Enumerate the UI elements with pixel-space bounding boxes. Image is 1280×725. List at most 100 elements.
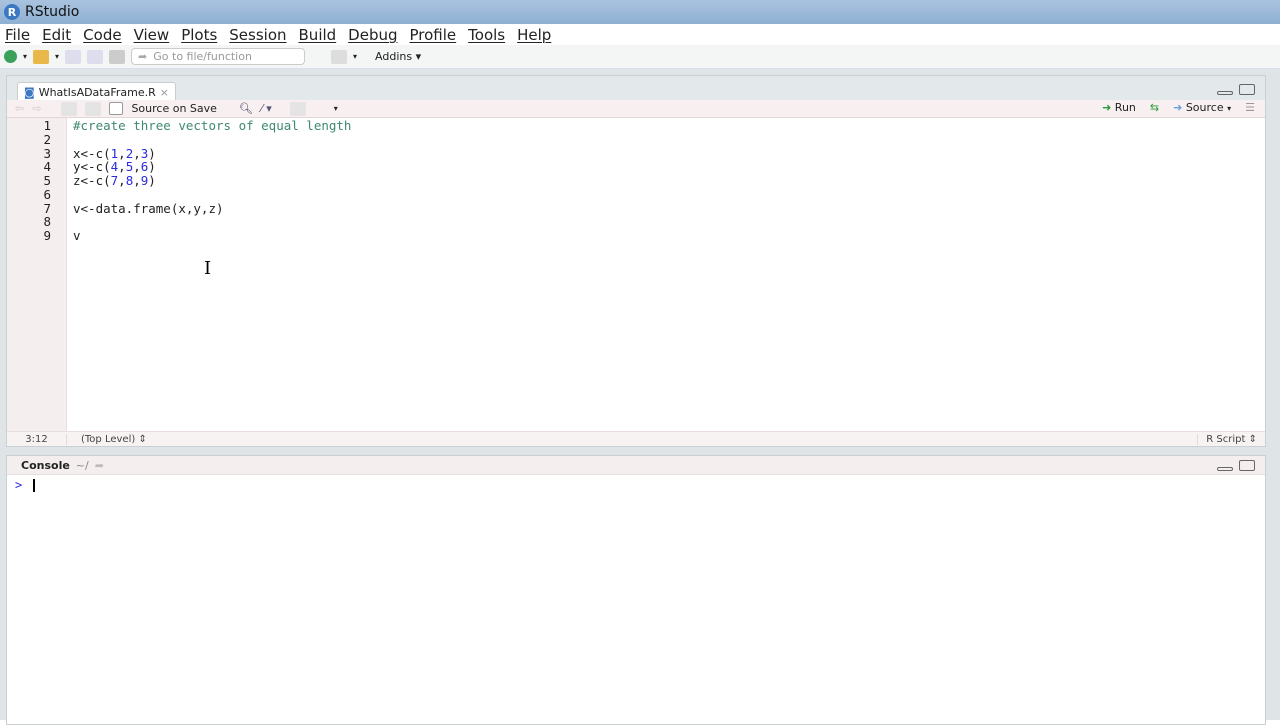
open-dropdown-icon[interactable]: ▾ (55, 52, 59, 61)
menu-file[interactable]: File (5, 26, 30, 44)
rerun-icon[interactable]: ⇆ (1150, 101, 1159, 114)
r-file-icon: ◙ (24, 85, 35, 99)
forward-icon[interactable]: ⇨ (32, 102, 41, 115)
console-input[interactable]: > (7, 475, 1265, 495)
code-line: 7 v<-data.frame(x,y,z) (7, 200, 1265, 216)
source-button[interactable]: ➜ Source ▾ (1173, 101, 1231, 114)
code-token: , (118, 173, 126, 188)
tab-label: WhatIsADataFrame.R (38, 85, 156, 99)
code-line: 9v (7, 229, 1265, 243)
menu-help[interactable]: Help (517, 26, 551, 44)
save-file-icon[interactable] (85, 101, 102, 116)
print-icon[interactable] (109, 49, 126, 64)
console-title: Console (21, 458, 70, 472)
menu-build[interactable]: Build (299, 26, 337, 44)
go-to-directory-icon[interactable]: ➦ (95, 459, 104, 472)
scope-label: (Top Level) (81, 433, 136, 445)
code-line: 3 x<-c(1,2,3) (7, 145, 1265, 161)
rstudio-logo-icon: R (4, 4, 20, 20)
compile-report-icon[interactable] (289, 101, 306, 116)
save-icon[interactable] (65, 49, 82, 64)
line-number: 1 (43, 118, 51, 133)
source-label: Source (1185, 101, 1224, 114)
new-file-dropdown-icon[interactable]: ▾ (23, 52, 27, 61)
line-number: 2 (43, 131, 51, 147)
code-token: y<-c( (73, 159, 111, 175)
go-to-file-input[interactable]: ➦ Go to file/function (131, 48, 306, 65)
show-in-window-icon[interactable] (61, 101, 78, 116)
tab-whatisadataframe[interactable]: ◙ WhatIsADataFrame.R × (17, 82, 176, 101)
code-token: , (133, 173, 141, 188)
code-line: 5 z<-c(7,8,9) (7, 174, 1265, 188)
minimize-console-button[interactable] (1217, 467, 1233, 471)
source-on-save-checkbox[interactable] (109, 102, 124, 115)
layout-dropdown-icon[interactable]: ▾ (353, 52, 357, 61)
code-line: 4 y<-c(4,5,6) (7, 160, 1265, 174)
code-text: v<-data.frame(x,y,z) (73, 200, 224, 216)
code-line: 2 (7, 131, 1265, 147)
code-text: y<-c(4,5,6) (73, 160, 156, 174)
menu-tools[interactable]: Tools (468, 26, 505, 44)
addins-label: Addins (375, 50, 413, 63)
search-icon[interactable]: 🔍︎ (239, 102, 253, 115)
go-to-placeholder: Go to file/function (153, 50, 252, 63)
menu-session[interactable]: Session (229, 26, 286, 44)
maximize-pane-button[interactable] (1239, 84, 1255, 95)
menu-bar: File Edit Code View Plots Session Build Debug Pr… (0, 24, 1280, 45)
line-number: 8 (43, 214, 51, 230)
editor-statusbar: 3:12 (Top Level) ⇕ R Script ⇕ (7, 431, 1265, 446)
code-text: #create three vectors of equal length (73, 118, 352, 133)
code-line: 6 (7, 187, 1265, 202)
code-text: v (73, 229, 81, 243)
code-line: 1 #create three vectors of equal length (7, 119, 1265, 133)
run-label: Run (1114, 101, 1136, 114)
line-number: 9 (43, 228, 51, 243)
console-prompt: > (15, 478, 23, 492)
app-title: RStudio (25, 4, 80, 20)
maximize-console-button[interactable] (1239, 460, 1255, 471)
new-file-icon[interactable] (4, 50, 17, 63)
title-bar: R RStudio (0, 0, 1280, 24)
menu-plots[interactable]: Plots (181, 26, 217, 44)
code-line: 8 (7, 215, 1265, 229)
addins-button[interactable]: Addins ▾ (375, 50, 421, 63)
outline-icon[interactable]: ☰ (1245, 101, 1255, 114)
text-cursor-icon: I (204, 258, 212, 279)
code-token: ) (148, 159, 156, 175)
code-editor[interactable]: 1 #create three vectors of equal length 2 3… (7, 118, 1265, 431)
grid-layout-icon[interactable] (331, 49, 348, 64)
source-tabbar: ◙ WhatIsADataFrame.R × (7, 76, 1265, 101)
back-icon[interactable]: ⇦ (15, 102, 24, 115)
close-tab-icon[interactable]: × (160, 86, 169, 99)
line-number: 5 (43, 173, 51, 188)
run-button[interactable]: ➜ Run (1102, 101, 1136, 114)
code-token: , (118, 159, 126, 175)
menu-profile[interactable]: Profile (410, 26, 457, 44)
open-folder-icon[interactable] (33, 49, 50, 64)
console-caret (33, 479, 36, 492)
workspace: ◙ WhatIsADataFrame.R × ⇦ ⇨ Source on Sav… (0, 69, 1280, 725)
code-token: v<-data.frame(x,y,z) (73, 200, 224, 216)
menu-view[interactable]: View (134, 26, 170, 44)
run-arrow-icon: ➜ (1102, 101, 1112, 114)
menu-edit[interactable]: Edit (42, 26, 71, 44)
main-toolbar: ▾ ▾ ➦ Go to file/function ▾ Addins ▾ (0, 45, 1280, 69)
code-token: ) (148, 173, 156, 188)
editor-toolbar: ⇦ ⇨ Source on Save 🔍︎ ⁄ ▾ ▾ ➜ Run ⇆ ➜ So… (7, 100, 1265, 118)
code-token: , (118, 145, 126, 161)
cursor-position: 3:12 (7, 433, 67, 445)
more-options-icon[interactable]: ▾ (334, 104, 338, 113)
save-all-icon[interactable] (87, 49, 104, 64)
minimize-pane-button[interactable] (1217, 91, 1233, 95)
menu-debug[interactable]: Debug (348, 26, 397, 44)
arrow-icon: ➦ (138, 50, 148, 63)
code-token: ) (148, 145, 156, 161)
filetype-selector[interactable]: R Script ⇕ (1197, 433, 1257, 445)
magic-wand-icon[interactable]: ⁄ ▾ (261, 102, 272, 115)
filetype-label: R Script (1206, 433, 1246, 445)
menu-code[interactable]: Code (83, 26, 121, 44)
scope-selector[interactable]: (Top Level) ⇕ (81, 434, 147, 445)
console-header: Console ~/ ➦ (7, 456, 1265, 475)
source-pane: ◙ WhatIsADataFrame.R × ⇦ ⇨ Source on Sav… (6, 75, 1266, 447)
console-pane: Console ~/ ➦ > (6, 455, 1266, 725)
